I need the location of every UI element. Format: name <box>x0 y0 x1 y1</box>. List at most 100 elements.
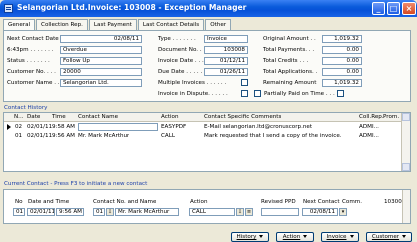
col-time[interactable]: Time <box>52 114 66 120</box>
scroll-up-icon[interactable] <box>402 113 410 121</box>
next-contact-date-icon[interactable]: ▾ <box>339 208 347 216</box>
minimize-button[interactable]: _ <box>372 2 385 15</box>
revised-ppd-field[interactable] <box>261 208 299 216</box>
row-contact-name: Mr. Mark McArthur <box>78 133 130 139</box>
remaining-amount-label: Remaining Amount <box>263 80 317 86</box>
contact-history-title: Contact History <box>4 105 48 111</box>
tab-collection-rep[interactable]: Collection Rep. <box>36 19 88 30</box>
invoice-in-dispute-label: Invoice in Dispute. . . . . . <box>158 91 228 97</box>
window-title: Selangorian Ltd.Invoice: 103008 - Except… <box>17 3 247 12</box>
status-label: Status . . . . . . . <box>7 58 50 64</box>
total-credits-label: Total Credits . . . <box>263 58 309 64</box>
invoice-date-label: Invoice Date . . . <box>158 58 204 64</box>
hdr-action: Action <box>190 199 208 205</box>
overdue-field[interactable]: Overdue <box>60 46 142 54</box>
original-amount-label: Original Amount . . <box>263 36 316 42</box>
total-applications-label: Total Applications. . <box>263 69 318 75</box>
contact-time-field[interactable]: 9:56 AM <box>56 208 84 216</box>
hdr-revised-ppd: Revised PPD <box>261 199 296 205</box>
hdr-comm: Comm. <box>342 199 363 205</box>
tab-other[interactable]: Other <box>205 19 232 30</box>
remaining-amount-field[interactable]: 1,019.32 <box>322 79 362 87</box>
type-field[interactable]: Invoice <box>204 35 248 43</box>
total-credits-field[interactable]: 0.00 <box>322 57 362 65</box>
action-assist-icon[interactable]: ≡ <box>245 208 253 216</box>
row-date: 02/01/11 <box>27 124 53 130</box>
total-applications-field[interactable]: 0.00 <box>322 68 362 76</box>
history-scrollbar[interactable] <box>401 113 410 171</box>
table-row[interactable]: 02 02/01/11 9:58 AM EASYPDF E-Mail selan… <box>4 123 410 131</box>
form-icon <box>4 4 13 13</box>
col-comments[interactable]: Contact Specific Comments <box>204 114 281 120</box>
row-date: 02/01/11 <box>27 133 53 139</box>
row-action: CALL <box>161 133 175 139</box>
hdr-date-time: Date and Time <box>28 199 70 205</box>
original-amount-field[interactable]: 1,019.32 <box>322 35 362 43</box>
customer-name-label: Customer Name . . <box>7 80 60 86</box>
next-contact-date-field[interactable]: 02/08/11 <box>60 35 142 43</box>
invoice-date-field[interactable]: 01/12/11 <box>204 57 248 65</box>
document-no-field[interactable]: 103008 <box>204 46 248 54</box>
hdr-contact: Contact No. and Name <box>93 199 157 205</box>
maximize-button[interactable]: □ <box>387 2 400 15</box>
general-panel: Next Contact Date 02/08/11 6:43pm . . . … <box>3 30 411 102</box>
partially-paid-checkbox[interactable] <box>254 90 261 97</box>
contact-history-grid: N... Date Time Contact Name Action Conta… <box>3 112 411 172</box>
col-no[interactable]: N... <box>14 114 24 120</box>
customer-button[interactable]: Customer <box>366 232 412 242</box>
invoice-in-dispute-checkbox[interactable] <box>241 90 248 97</box>
time-label: 6:43pm . . . . . . . <box>7 47 54 53</box>
customer-no-field[interactable]: 20000 <box>60 68 142 76</box>
col-date[interactable]: Date <box>27 114 40 120</box>
action-button[interactable]: Action <box>276 232 314 242</box>
total-payments-field[interactable]: 0.00 <box>322 46 362 54</box>
exception-manager-window: Selangorian Ltd.Invoice: 103008 - Except… <box>0 0 417 242</box>
col-action[interactable]: Action <box>161 114 179 120</box>
row-comments: E-Mail selangorian.ltd@cronuscorp.net <box>204 124 313 130</box>
row-no: 02 <box>15 124 23 130</box>
scroll-down-icon[interactable] <box>402 163 410 171</box>
customer-name-field[interactable]: Selangorian Ltd. <box>60 79 142 87</box>
hdr-next-contact: Next Contact <box>303 199 340 205</box>
tab-last-payment[interactable]: Last Payment <box>88 19 137 30</box>
close-icon: × <box>405 4 413 13</box>
contact-date-field[interactable]: 02/01/11 <box>27 208 55 216</box>
contact-lookup-icon[interactable]: ⇩ <box>106 208 114 216</box>
row-contact-name-field[interactable] <box>78 123 158 131</box>
invoice-button[interactable]: Invoice <box>321 232 359 242</box>
minimize-icon: _ <box>376 4 381 13</box>
title-bar[interactable]: Selangorian Ltd.Invoice: 103008 - Except… <box>0 0 417 17</box>
row-coll-rep: ADMI... <box>359 133 379 139</box>
chevron-down-icon <box>259 235 264 238</box>
contact-name-field[interactable]: Mr. Mark McArthur <box>115 208 179 216</box>
col-coll-rep[interactable]: Coll.Rep. <box>359 114 384 120</box>
col-contact-name[interactable]: Contact Name <box>78 114 118 120</box>
maximize-icon: □ <box>389 4 398 13</box>
contact-no-field[interactable]: 01 <box>13 208 25 216</box>
contact-person-no-field[interactable]: 01 <box>93 208 105 216</box>
chevron-down-icon <box>303 235 308 238</box>
due-date-field[interactable]: 01/26/11 <box>204 68 248 76</box>
next-contact-date-label: Next Contact Date <box>7 36 59 42</box>
row-no: 01 <box>15 133 23 139</box>
row-comments: Mark requested that I send a copy of the… <box>204 133 342 139</box>
row-time: 9:58 AM <box>52 124 75 130</box>
partially-paid-value-checkbox[interactable] <box>337 90 344 97</box>
table-row[interactable]: 01 02/01/11 9:56 AM Mr. Mark McArthur CA… <box>4 132 410 140</box>
row-action: EASYPDF <box>161 124 187 130</box>
type-label: Type . . . . . . . <box>158 36 196 42</box>
history-button[interactable]: History <box>231 232 269 242</box>
action-lookup-icon[interactable]: ⇩ <box>236 208 244 216</box>
chevron-down-icon <box>349 235 354 238</box>
multiple-invoices-checkbox[interactable] <box>241 79 248 86</box>
status-field[interactable]: Follow Up <box>60 57 142 65</box>
current-contact-title: Current Contact - Press F3 to initiate a… <box>4 181 148 187</box>
grid-header: N... Date Time Contact Name Action Conta… <box>4 113 410 122</box>
row-coll-rep: ADMI... <box>359 124 379 130</box>
tab-strip: General Collection Rep. Last Payment Las… <box>3 19 232 31</box>
contact-scrollbar[interactable] <box>402 190 410 223</box>
next-contact-field[interactable]: 02/08/11 <box>302 208 338 216</box>
tab-last-contact-details[interactable]: Last Contact Details <box>137 19 205 30</box>
close-button[interactable]: × <box>402 2 416 15</box>
action-field[interactable]: CALL <box>189 208 235 216</box>
